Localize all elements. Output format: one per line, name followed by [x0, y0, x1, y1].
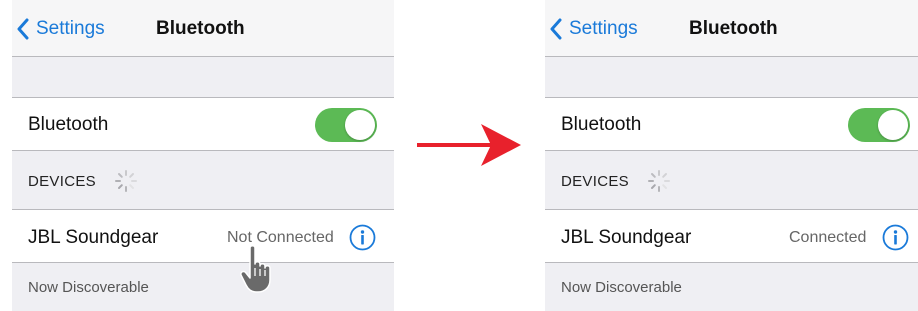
discoverable-footer: Now Discoverable — [12, 263, 394, 311]
bluetooth-label: Bluetooth — [28, 114, 109, 135]
discoverable-text: Now Discoverable — [561, 279, 682, 296]
after-screen: Settings Bluetooth Bluetooth DEVICES JBL… — [545, 0, 918, 311]
devices-section-header: DEVICES — [545, 151, 918, 210]
back-button-label: Settings — [36, 18, 105, 39]
chevron-left-icon — [550, 18, 562, 40]
toggle-knob — [878, 110, 908, 140]
devices-label: DEVICES — [28, 173, 96, 190]
device-row-jbl-soundgear[interactable]: JBL Soundgear Connected — [545, 210, 918, 263]
info-icon[interactable] — [349, 224, 376, 251]
bluetooth-toggle[interactable] — [315, 108, 377, 142]
devices-section-header: DEVICES — [12, 151, 394, 210]
nav-bar: Settings Bluetooth — [12, 0, 394, 57]
bluetooth-row: Bluetooth — [12, 98, 394, 151]
page-title: Bluetooth — [156, 18, 245, 39]
hand-pointer-icon — [240, 245, 271, 293]
right-arrow-icon — [417, 124, 521, 166]
devices-label: DEVICES — [561, 173, 629, 190]
nav-bar: Settings Bluetooth — [545, 0, 918, 57]
device-row-jbl-soundgear[interactable]: JBL Soundgear Not Connected — [12, 210, 394, 263]
bluetooth-row: Bluetooth — [545, 98, 918, 151]
section-gap — [12, 57, 394, 98]
back-button[interactable]: Settings — [549, 14, 638, 44]
info-icon[interactable] — [882, 224, 909, 251]
loading-spinner-icon — [648, 170, 670, 192]
loading-spinner-icon — [115, 170, 137, 192]
device-name: JBL Soundgear — [561, 227, 692, 248]
discoverable-footer: Now Discoverable — [545, 263, 918, 311]
bluetooth-label: Bluetooth — [561, 114, 642, 135]
back-button[interactable]: Settings — [16, 14, 105, 44]
bluetooth-toggle[interactable] — [848, 108, 910, 142]
discoverable-text: Now Discoverable — [28, 279, 149, 296]
page-title: Bluetooth — [689, 18, 778, 39]
toggle-knob — [345, 110, 375, 140]
section-gap — [545, 57, 918, 98]
chevron-left-icon — [17, 18, 29, 40]
before-screen: Settings Bluetooth Bluetooth DEVICES JBL… — [12, 0, 394, 311]
back-button-label: Settings — [569, 18, 638, 39]
device-status: Connected — [789, 229, 867, 246]
device-name: JBL Soundgear — [28, 227, 159, 248]
